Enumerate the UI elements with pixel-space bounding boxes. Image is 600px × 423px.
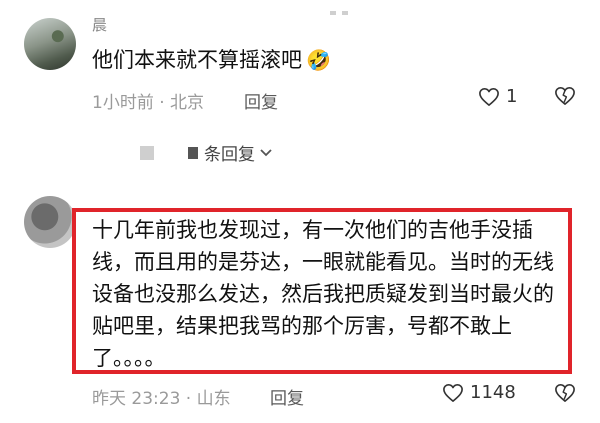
username[interactable]: 晨 <box>92 14 107 35</box>
expand-replies-button[interactable]: 条回复 <box>140 140 273 165</box>
redacted-block <box>140 145 154 160</box>
heart-outline-icon <box>443 383 463 402</box>
comment-text-content: 他们本来就不算摇滚吧 <box>92 48 302 72</box>
dislike-button[interactable] <box>554 86 576 110</box>
comment-text: 十几年前我也发现过，有一次他们的吉他手没插线，而且用的是芬达，一眼就能看见。当时… <box>92 218 554 370</box>
replies-label: 条回复 <box>204 145 255 165</box>
heart-outline-icon <box>479 87 499 106</box>
broken-heart-icon <box>555 87 575 105</box>
avatar[interactable] <box>24 196 76 248</box>
comment-meta: 1小时前 · 北京 <box>92 93 205 113</box>
avatar[interactable] <box>24 18 76 70</box>
chevron-down-icon <box>259 143 273 162</box>
like-count: 1148 <box>470 382 516 403</box>
dislike-button[interactable] <box>554 383 576 407</box>
broken-heart-icon <box>555 384 575 402</box>
reply-button[interactable]: 回复 <box>270 384 304 409</box>
like-count: 1 <box>506 86 518 107</box>
redacted-count <box>188 146 198 159</box>
comment-text: 他们本来就不算摇滚吧 🤣 <box>92 44 331 74</box>
top-decoration <box>330 0 360 15</box>
comment-meta: 昨天 23:23 · 山东 <box>92 389 231 409</box>
like-button[interactable]: 1148 <box>442 382 516 403</box>
laughing-emoji-icon: 🤣 <box>306 48 331 72</box>
reply-button[interactable]: 回复 <box>244 88 278 113</box>
like-button[interactable]: 1 <box>478 86 517 107</box>
